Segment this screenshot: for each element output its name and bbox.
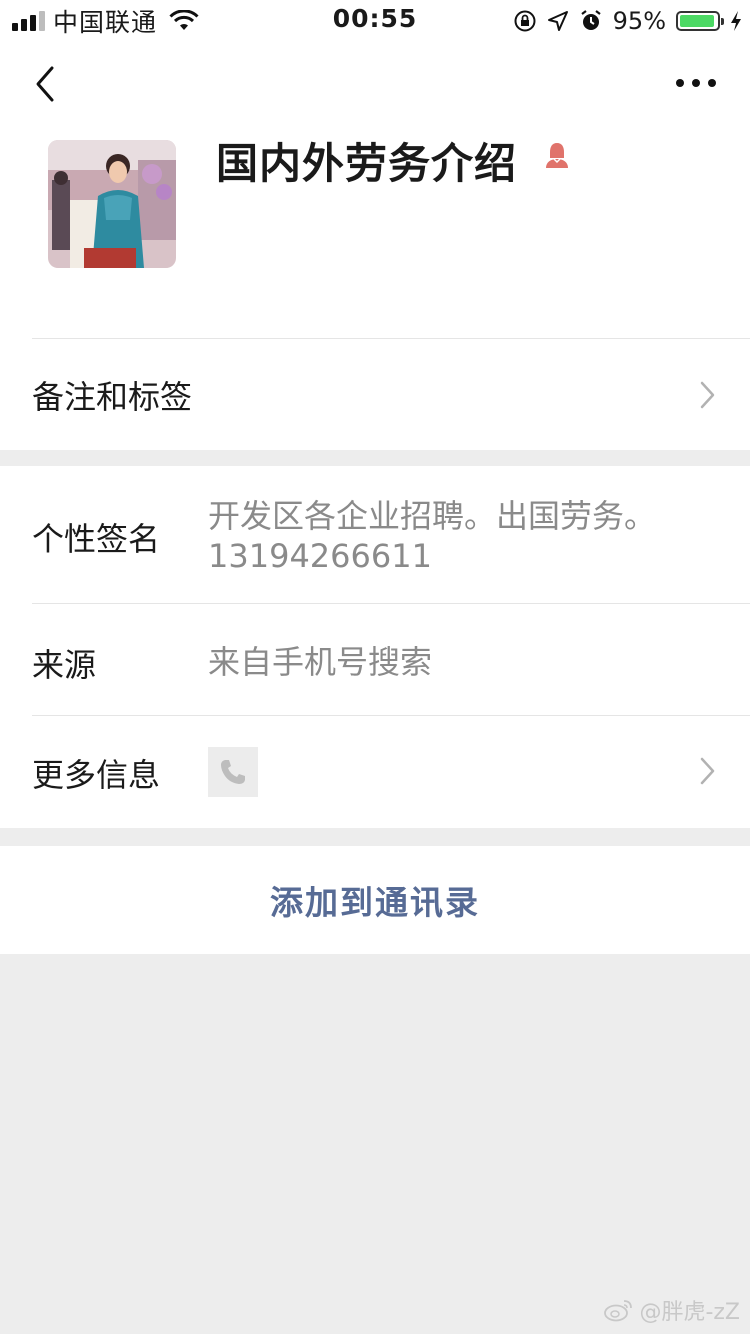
signature-value: 开发区各企业招聘。出国劳务。 13194266611 xyxy=(208,496,656,576)
avatar-image xyxy=(48,140,176,268)
add-to-contacts-button[interactable]: 添加到通讯录 xyxy=(0,846,750,954)
status-right: 95% xyxy=(513,6,742,36)
nav-bar xyxy=(0,40,750,130)
divider xyxy=(32,603,750,604)
more-dots-icon xyxy=(676,79,716,87)
chevron-right-icon xyxy=(700,757,715,785)
chevron-right-icon xyxy=(700,381,715,409)
status-bar: 中国联通 00:55 95% xyxy=(0,0,750,40)
charging-icon xyxy=(731,11,741,31)
watermark: @胖虎-zZ xyxy=(603,1294,740,1326)
more-info-row[interactable]: 更多信息 xyxy=(0,716,750,828)
source-label: 来源 xyxy=(32,646,97,684)
female-gender-icon xyxy=(546,143,568,168)
battery-icon xyxy=(676,11,724,31)
more-button[interactable] xyxy=(672,68,720,98)
source-value: 来自手机号搜索 xyxy=(208,643,433,681)
watermark-text: @胖虎-zZ xyxy=(639,1300,740,1325)
contact-name: 国内外劳务介绍 xyxy=(216,139,518,188)
signature-line-2: 13194266611 xyxy=(208,537,432,575)
remarks-tags-label: 备注和标签 xyxy=(32,378,193,416)
battery-fill xyxy=(680,15,715,27)
avatar[interactable] xyxy=(48,140,176,268)
lock-rotation-icon xyxy=(514,10,536,32)
phone-tile xyxy=(208,747,258,797)
back-arrow-icon xyxy=(36,66,54,102)
phone-icon xyxy=(221,760,245,784)
location-icon xyxy=(547,11,568,31)
info-group: 个性签名 开发区各企业招聘。出国劳务。 13194266611 来源 来自手机号… xyxy=(0,466,750,828)
alarm-icon xyxy=(580,10,601,30)
weibo-icon xyxy=(604,1300,633,1322)
signature-label: 个性签名 xyxy=(32,520,161,558)
back-button[interactable] xyxy=(28,60,64,108)
remarks-tags-row[interactable]: 备注和标签 xyxy=(0,340,750,450)
signature-line-1: 开发区各企业招聘。出国劳务。 xyxy=(208,497,657,535)
battery-percent: 95% xyxy=(612,7,666,35)
more-info-label: 更多信息 xyxy=(32,756,161,794)
profile-divider xyxy=(32,338,750,339)
